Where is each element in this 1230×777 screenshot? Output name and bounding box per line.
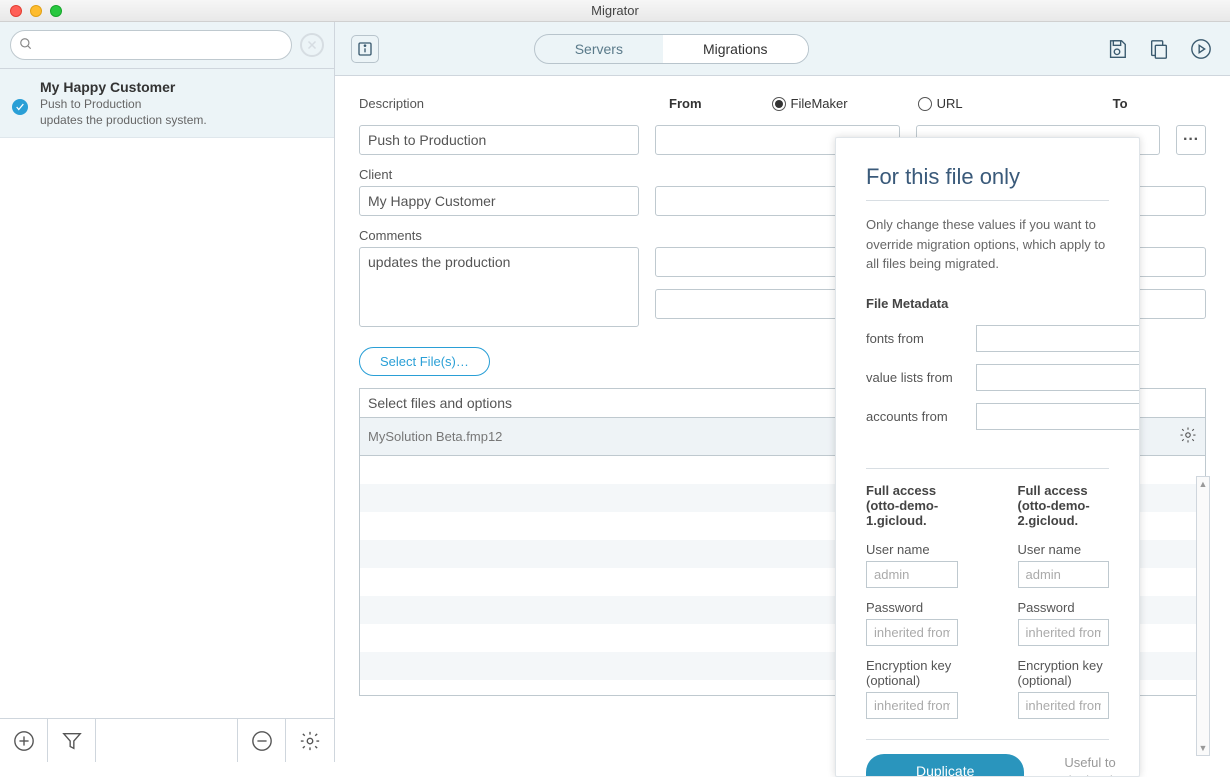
run-button[interactable] bbox=[1188, 36, 1214, 62]
right-ek-label: Encryption key (optional) bbox=[1018, 658, 1110, 688]
duplicate-file-button[interactable]: Duplicate File bbox=[866, 754, 1024, 777]
minus-icon bbox=[251, 730, 273, 752]
left-access-header: Full access (otto-demo-1.gicloud. bbox=[866, 483, 958, 528]
accounts-label: accounts from bbox=[866, 409, 966, 424]
left-user-label: User name bbox=[866, 542, 958, 557]
left-pw-label: Password bbox=[866, 600, 958, 615]
migration-item-title: My Happy Customer bbox=[40, 79, 320, 95]
from-label: From bbox=[669, 96, 702, 111]
plus-icon bbox=[13, 730, 35, 752]
remove-button[interactable] bbox=[238, 719, 286, 762]
popup-note: Only change these values if you want to … bbox=[866, 215, 1109, 274]
toolbar: Servers Migrations bbox=[335, 22, 1230, 76]
titlebar: Migrator bbox=[0, 0, 1230, 22]
scrollbar[interactable]: ▲ ▼ bbox=[1196, 476, 1210, 756]
comments-input[interactable]: updates the production bbox=[359, 247, 639, 327]
tab-migrations[interactable]: Migrations bbox=[663, 35, 808, 63]
right-pw-input[interactable] bbox=[1018, 619, 1110, 646]
play-icon bbox=[1190, 38, 1212, 60]
left-ek-label: Encryption key (optional) bbox=[866, 658, 958, 688]
metadata-header: File Metadata bbox=[866, 296, 1140, 311]
migration-item-line2: Push to Production bbox=[40, 97, 320, 111]
left-pw-input[interactable] bbox=[866, 619, 958, 646]
add-button[interactable] bbox=[0, 719, 48, 762]
duplicate-hint: Useful to deploy the same file to multip… bbox=[1064, 754, 1133, 777]
popup-title: For this file only bbox=[866, 164, 1109, 190]
copy-button[interactable] bbox=[1146, 36, 1172, 62]
search-box[interactable] bbox=[10, 30, 292, 60]
clear-search-button[interactable] bbox=[300, 33, 324, 57]
gear-icon bbox=[1179, 426, 1197, 444]
right-access-header: Full access (otto-demo-2.gicloud. bbox=[1018, 483, 1110, 528]
fonts-input[interactable] bbox=[976, 325, 1140, 352]
radio-url[interactable]: URL bbox=[918, 96, 963, 111]
more-button[interactable]: ··· bbox=[1176, 125, 1206, 155]
description-label: Description bbox=[359, 96, 639, 111]
window-title: Migrator bbox=[0, 3, 1230, 18]
right-user-label: User name bbox=[1018, 542, 1110, 557]
check-icon bbox=[12, 99, 28, 115]
right-pw-label: Password bbox=[1018, 600, 1110, 615]
scroll-up-icon[interactable]: ▲ bbox=[1197, 477, 1209, 491]
description-input[interactable] bbox=[359, 125, 639, 155]
accounts-input[interactable] bbox=[976, 403, 1140, 430]
copy-icon bbox=[1148, 38, 1170, 60]
right-user-input[interactable] bbox=[1018, 561, 1110, 588]
sidebar: My Happy Customer Push to Production upd… bbox=[0, 22, 335, 762]
save-button[interactable] bbox=[1104, 36, 1130, 62]
file-options-popup: For this file only Only change these val… bbox=[835, 137, 1140, 777]
vlists-label: value lists from bbox=[866, 370, 966, 385]
search-icon bbox=[19, 37, 33, 51]
view-tabs: Servers Migrations bbox=[534, 34, 809, 64]
file-name: MySolution Beta.fmp12 bbox=[368, 429, 502, 444]
left-user-input[interactable] bbox=[866, 561, 958, 588]
filter-button[interactable] bbox=[48, 719, 96, 762]
client-input[interactable] bbox=[359, 186, 639, 216]
tab-servers[interactable]: Servers bbox=[535, 35, 663, 63]
left-ek-input[interactable] bbox=[866, 692, 958, 719]
funnel-icon bbox=[61, 730, 83, 752]
scroll-down-icon[interactable]: ▼ bbox=[1197, 741, 1209, 755]
migration-list-item[interactable]: My Happy Customer Push to Production upd… bbox=[0, 69, 334, 138]
info-button[interactable] bbox=[351, 35, 379, 63]
fonts-label: fonts from bbox=[866, 331, 966, 346]
radio-filemaker[interactable]: FileMaker bbox=[772, 96, 848, 111]
main-panel: Servers Migrations Description bbox=[335, 22, 1230, 762]
info-icon bbox=[357, 41, 373, 57]
search-input[interactable] bbox=[39, 37, 281, 52]
settings-button[interactable] bbox=[286, 719, 334, 762]
select-files-button[interactable]: Select File(s)… bbox=[359, 347, 490, 376]
migration-item-line3: updates the production system. bbox=[40, 113, 320, 127]
file-row-settings[interactable] bbox=[1179, 426, 1197, 447]
save-icon bbox=[1106, 38, 1128, 60]
to-label: To bbox=[1113, 96, 1128, 111]
right-ek-input[interactable] bbox=[1018, 692, 1110, 719]
gear-icon bbox=[299, 730, 321, 752]
vlists-input[interactable] bbox=[976, 364, 1140, 391]
